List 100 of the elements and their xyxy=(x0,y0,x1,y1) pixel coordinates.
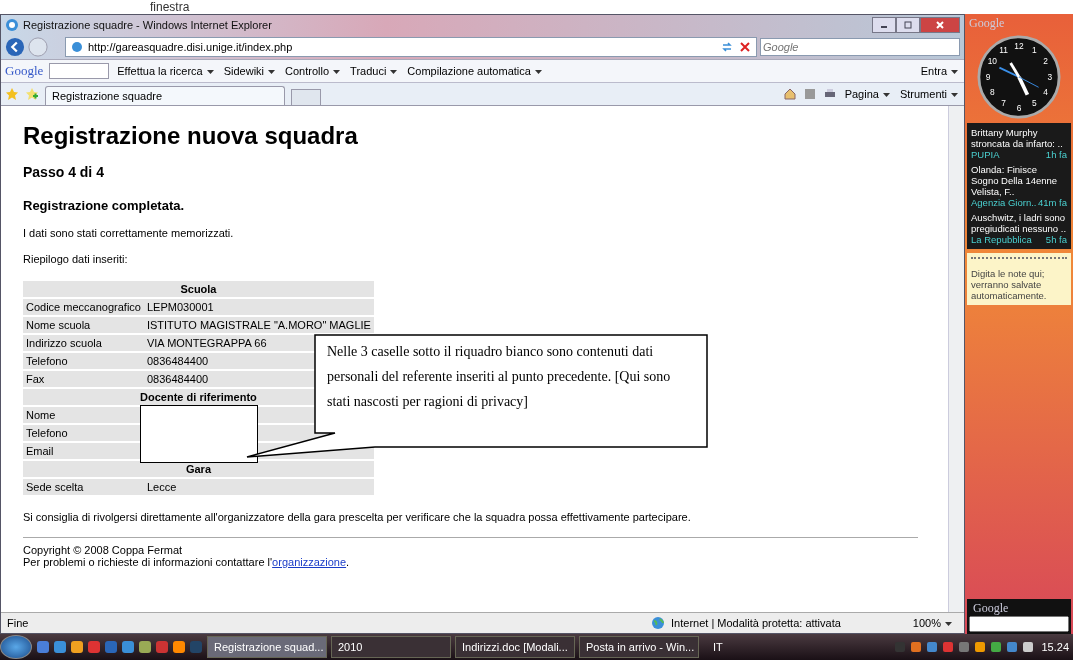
clock-numeral: 12 xyxy=(1014,41,1024,51)
google-logo: Google xyxy=(972,601,1009,616)
clock-numeral: 4 xyxy=(1043,87,1048,98)
maximize-icon xyxy=(903,20,913,30)
organization-link[interactable]: organizzazione xyxy=(272,556,347,568)
command-button[interactable]: Strumenti xyxy=(897,88,960,100)
caret-icon xyxy=(534,70,542,75)
taskbar-clock[interactable]: 15.24 xyxy=(1041,641,1069,653)
caret-icon xyxy=(945,622,952,627)
quick-launch-icon[interactable] xyxy=(36,640,50,654)
quick-launch-icon[interactable] xyxy=(138,640,152,654)
globe-icon xyxy=(651,616,666,630)
minimize-button[interactable] xyxy=(872,17,896,33)
news-source: PUPIA xyxy=(971,149,1000,160)
news-age: 1h fa xyxy=(1045,149,1067,160)
home-icon[interactable] xyxy=(782,87,797,101)
table-cell: Fax xyxy=(23,371,144,387)
start-button[interactable] xyxy=(0,635,32,659)
stop-icon[interactable] xyxy=(738,40,752,54)
taskbar-button[interactable]: Posta in arrivo - Win... xyxy=(579,636,699,658)
section-header: Gara xyxy=(23,461,374,477)
tray-icon[interactable] xyxy=(1021,640,1036,654)
clock-numeral: 9 xyxy=(985,71,991,82)
tray-icon[interactable] xyxy=(989,640,1004,654)
tray-icon[interactable] xyxy=(909,640,924,654)
caret-icon xyxy=(390,70,398,75)
command-button[interactable]: Pagina xyxy=(842,88,892,100)
table-cell: Nome scuola xyxy=(23,317,144,333)
language-indicator[interactable]: IT xyxy=(713,641,723,653)
close-button[interactable] xyxy=(920,17,960,33)
taskbar-button[interactable]: Indirizzi.doc [Modali... xyxy=(455,636,575,658)
step-indicator: Passo 4 di 4 xyxy=(23,164,105,180)
clock-numeral: 3 xyxy=(1047,71,1053,82)
quick-launch-icon[interactable] xyxy=(121,640,135,654)
quick-launch-icon[interactable] xyxy=(172,640,186,654)
quick-launch-icon[interactable] xyxy=(155,640,169,654)
close-icon xyxy=(935,20,945,30)
table-cell: LEPM030001 xyxy=(143,299,374,315)
copyright-text: Copyright © 2008 Coppa Fermat xyxy=(23,544,184,556)
section-header: Scuola xyxy=(23,281,374,297)
clock-numeral: 2 xyxy=(1043,56,1048,67)
summary-label: Riepilogo dati inseriti: xyxy=(23,253,129,265)
taskbar-button[interactable]: Registrazione squad... xyxy=(207,636,327,658)
clock-numeral: 10 xyxy=(987,56,997,67)
tray-icon[interactable] xyxy=(1005,640,1020,654)
news-headline[interactable]: Brittany Murphy stroncata da infarto: .. xyxy=(971,127,1067,149)
clock-numeral: 7 xyxy=(1001,98,1006,109)
news-headline[interactable]: Auschwitz, i ladri sono pregiudicati nessuno .. xyxy=(971,212,1067,234)
zoom-button[interactable]: 100% xyxy=(906,616,958,630)
add-favorite-icon[interactable] xyxy=(25,87,39,101)
contact-text: Per problemi o richieste di informazioni contattare l'organizzazione. xyxy=(23,556,351,568)
browser-tab[interactable]: Registrazione squadre xyxy=(45,86,285,105)
security-zone: Internet | Modalità protetta: attivata xyxy=(671,617,841,629)
tray-icon[interactable] xyxy=(973,640,988,654)
table-cell: Lecce xyxy=(143,479,374,495)
clock-numeral: 8 xyxy=(990,87,995,98)
clock-numeral: 1 xyxy=(1032,45,1037,56)
caret-icon xyxy=(951,70,958,75)
address-field[interactable]: http://gareasquadre.disi.unige.it/index.php xyxy=(65,37,757,57)
scrollbar[interactable] xyxy=(948,106,964,612)
maximize-button[interactable] xyxy=(896,17,920,33)
table-cell: Indirizzo scuola xyxy=(23,335,144,351)
toolbar-button[interactable]: Compilazione automatica xyxy=(405,65,544,77)
toolbar-button[interactable]: Effettua la ricerca xyxy=(115,65,216,77)
status-heading: Registrazione completata. xyxy=(23,198,186,213)
quick-launch-icon[interactable] xyxy=(87,640,101,654)
news-source: Agenzia Giorn.. xyxy=(971,197,1037,208)
caret-icon xyxy=(882,93,890,98)
sticky-note[interactable]: Digita le note qui; verranno salvate automaticamente. xyxy=(967,253,1071,305)
toolbar-button[interactable]: Traduci xyxy=(348,65,400,77)
table-cell: ISTITUTO MAGISTRALE "A.MORO" MAGLIE xyxy=(143,317,374,333)
page-heading: Registrazione nuova squadra xyxy=(23,122,359,150)
refresh-icon[interactable] xyxy=(720,40,734,54)
search-field[interactable] xyxy=(969,616,1069,632)
toolbar-button[interactable]: Sidewiki xyxy=(221,65,278,77)
browser-logo-icon xyxy=(5,18,19,32)
tray-icon[interactable] xyxy=(925,640,940,654)
advice-text: Si consiglia di rivolgersi direttamente all'organizzatore della gara prescelta per verificare che la squadra possa effettivamente partecipare. xyxy=(23,511,692,523)
page-icon xyxy=(70,40,84,54)
caret-icon xyxy=(268,70,276,75)
google-logo: Google xyxy=(5,63,44,79)
back-button[interactable] xyxy=(5,37,25,57)
table-cell: Sede scelta xyxy=(23,479,144,495)
clock-numeral: 6 xyxy=(1016,102,1022,113)
toolbar-button[interactable]: Controllo xyxy=(283,65,343,77)
search-field[interactable]: Google xyxy=(760,38,960,56)
star-icon[interactable] xyxy=(5,87,19,101)
caret-icon xyxy=(206,70,214,75)
news-headline[interactable]: Olanda: Finisce Sogno Della 14enne Velista, F.. xyxy=(971,164,1067,197)
quick-launch-icon[interactable] xyxy=(53,640,67,654)
toolbar-button[interactable]: Entra xyxy=(918,65,960,77)
google-logo: Google xyxy=(968,16,1005,31)
window-title: Registrazione squadre - Windows Internet Explorer xyxy=(23,19,272,31)
clock-numeral: 11 xyxy=(999,45,1008,56)
confirmation-message: I dati sono stati correttamente memorizzati. xyxy=(23,227,235,239)
caret-icon xyxy=(333,70,341,75)
slide-caption: finestra xyxy=(150,1,190,14)
google-search-field[interactable] xyxy=(49,63,110,79)
quick-launch-icon[interactable] xyxy=(70,640,84,654)
taskbar-button[interactable]: 2010 xyxy=(331,636,451,658)
